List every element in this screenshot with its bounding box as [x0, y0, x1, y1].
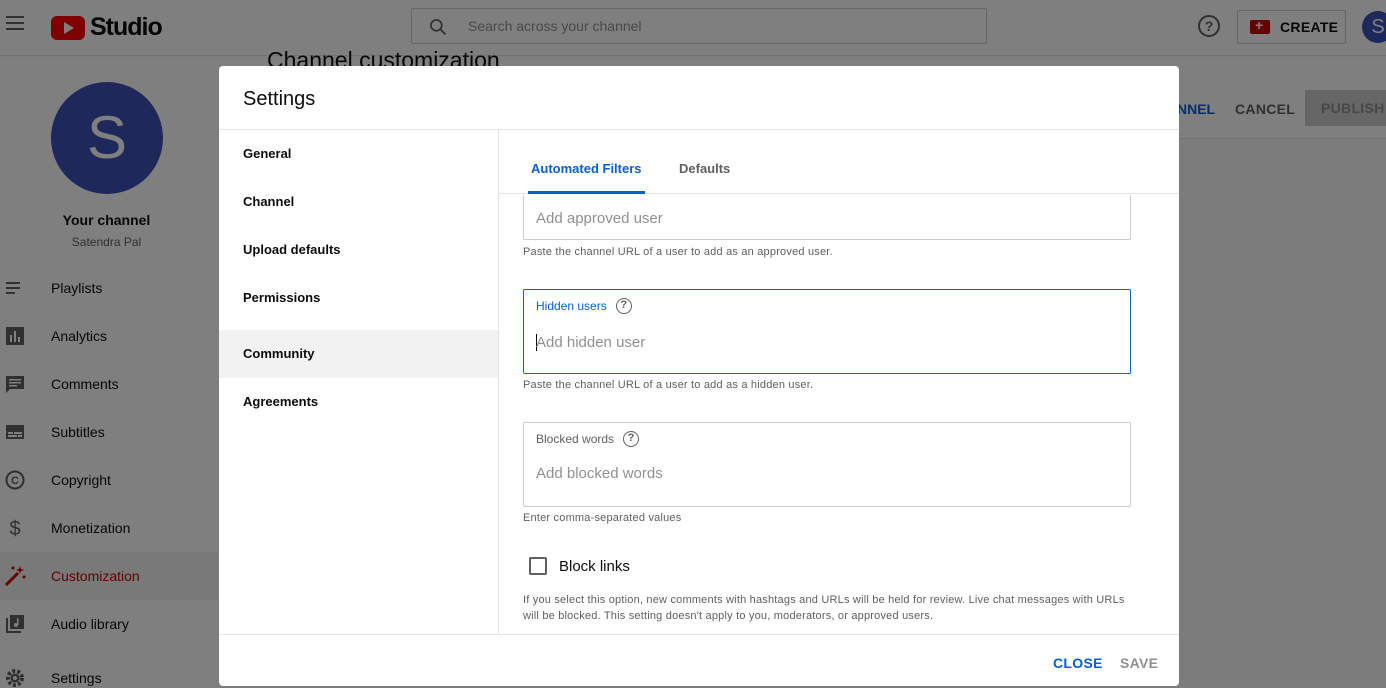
blocked-words-helper: Enter comma-separated values	[523, 512, 682, 524]
close-button[interactable]: CLOSE	[1053, 655, 1103, 671]
nav-item-community[interactable]: Community	[219, 330, 498, 378]
tab-automated-filters[interactable]: Automated Filters	[528, 130, 645, 194]
nav-item-general[interactable]: General	[219, 130, 498, 178]
blocked-words-label: Blocked words	[536, 432, 615, 446]
approved-users-input[interactable]	[536, 206, 1116, 230]
filters-content: Paste the channel URL of a user to add a…	[499, 195, 1179, 634]
hidden-users-field[interactable]: Hidden users ?	[523, 289, 1131, 374]
hidden-users-helper: Paste the channel URL of a user to add a…	[523, 379, 814, 391]
dialog-footer: CLOSE SAVE	[219, 634, 1179, 686]
approved-users-helper: Paste the channel URL of a user to add a…	[523, 246, 833, 258]
dialog-header: Settings	[219, 66, 1179, 130]
approved-users-field[interactable]	[523, 195, 1131, 240]
blocked-words-field[interactable]: Blocked words ?	[523, 422, 1131, 507]
block-links-description: If you select this option, new comments …	[523, 594, 1125, 622]
block-links-row[interactable]: Block links	[529, 557, 630, 575]
block-links-label: Block links	[559, 557, 630, 575]
settings-tabs: Automated Filters Defaults	[499, 130, 1179, 194]
help-icon[interactable]: ?	[623, 431, 640, 447]
blocked-words-input[interactable]	[536, 461, 1116, 485]
block-links-checkbox[interactable]	[529, 557, 547, 575]
blocked-words-label-row: Blocked words ?	[536, 431, 640, 447]
hidden-users-label-row: Hidden users ?	[536, 298, 632, 314]
help-icon[interactable]: ?	[615, 298, 632, 314]
nav-item-channel[interactable]: Channel	[219, 178, 498, 226]
settings-dialog: Settings General Channel Upload defaults…	[219, 66, 1179, 686]
hidden-users-label: Hidden users	[536, 299, 607, 313]
save-button[interactable]: SAVE	[1120, 655, 1158, 671]
nav-item-upload-defaults[interactable]: Upload defaults	[219, 226, 498, 274]
tab-defaults[interactable]: Defaults	[679, 130, 730, 194]
nav-item-agreements[interactable]: Agreements	[219, 378, 498, 426]
hidden-users-input[interactable]	[536, 330, 1116, 354]
settings-nav: General Channel Upload defaults Permissi…	[219, 130, 499, 634]
nav-item-permissions[interactable]: Permissions	[219, 274, 498, 322]
dialog-title: Settings	[243, 88, 316, 110]
